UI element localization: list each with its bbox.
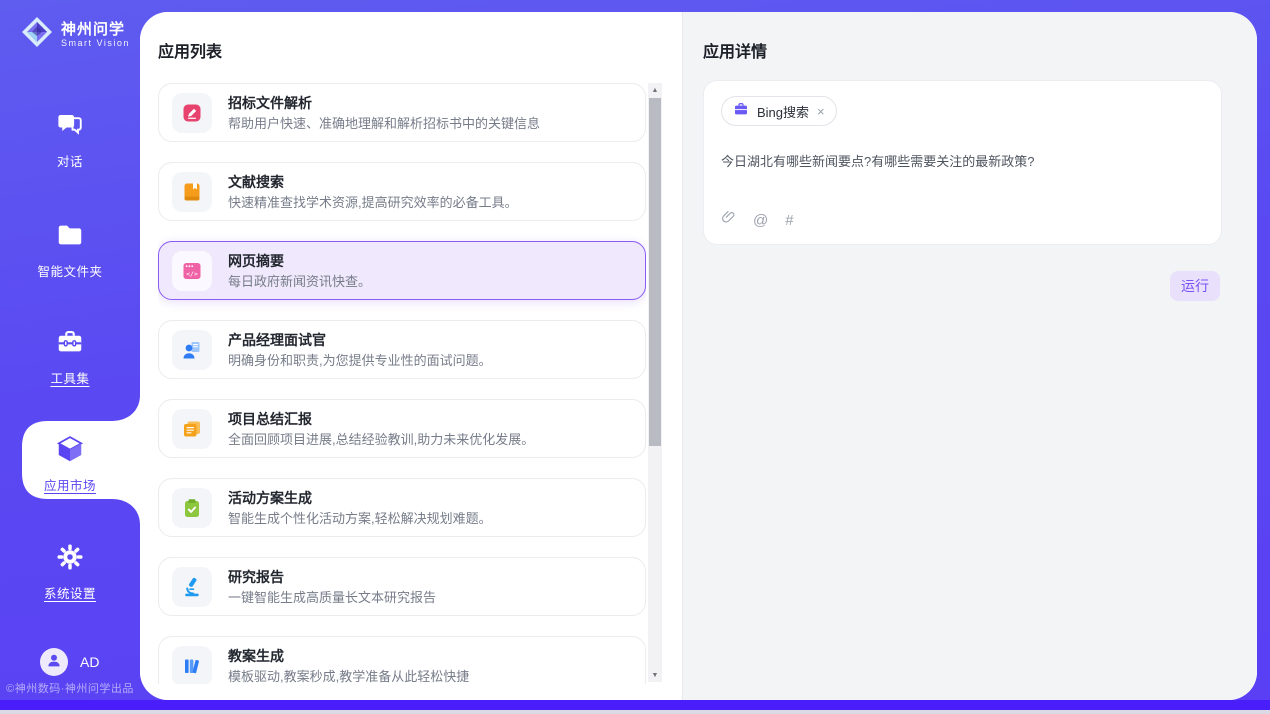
- prompt-card: Bing搜索 × 今日湖北有哪些新闻要点?有哪些需要关注的最新政策? @ #: [703, 80, 1222, 245]
- sidebar-item-label: 工具集: [0, 368, 140, 387]
- sidebar: 神州问学 Smart Vision 对话 智能文件夹: [0, 0, 140, 700]
- app-card-description: 一键智能生成高质量长文本研究报告: [228, 590, 436, 605]
- app-detail-title: 应用详情: [703, 38, 767, 62]
- bottom-edge-strip: [0, 710, 1270, 714]
- book-icon: [172, 172, 212, 212]
- diamond-gem-icon: [20, 15, 54, 54]
- microscope-icon: [172, 567, 212, 607]
- app-card-name: 产品经理面试官: [228, 332, 492, 349]
- app-card-project-summary[interactable]: 项目总结汇报 全面回顾项目进展,总结经验教训,助力未来优化发展。: [158, 399, 646, 458]
- bottom-accent-bar: [0, 700, 1270, 710]
- paperclip-icon[interactable]: [721, 209, 736, 231]
- app-card-description: 全面回顾项目进展,总结经验教训,助力未来优化发展。: [228, 432, 534, 447]
- sidebar-item-app-market[interactable]: 应用市场: [0, 434, 140, 494]
- sidebar-item-label: 智能文件夹: [0, 261, 140, 280]
- toolbox-icon: [55, 327, 85, 357]
- webpage-code-icon: </>: [172, 251, 212, 291]
- app-card-lesson-plan[interactable]: 教案生成 模板驱动,教案秒成,教学准备从此轻松快捷: [158, 636, 646, 684]
- main-content: 应用列表 招标文件解析 帮助用户快速、准确地理解和解析招标书中的关键信息: [140, 12, 1257, 700]
- tool-tag-label: Bing搜索: [757, 102, 809, 121]
- user-initials: AD: [80, 654, 99, 670]
- app-card-description: 模板驱动,教案秒成,教学准备从此轻松快捷: [228, 669, 469, 684]
- app-window: 神州问学 Smart Vision 对话 智能文件夹: [0, 0, 1270, 714]
- app-list-panel: 应用列表 招标文件解析 帮助用户快速、准确地理解和解析招标书中的关键信息: [140, 12, 683, 700]
- composer-toolbar: @ #: [721, 209, 794, 231]
- app-card-name: 招标文件解析: [228, 95, 540, 112]
- sidebar-item-label: 对话: [0, 151, 140, 170]
- prompt-input[interactable]: 今日湖北有哪些新闻要点?有哪些需要关注的最新政策?: [721, 153, 1204, 171]
- brand-name: 神州问学: [61, 21, 130, 38]
- hash-icon[interactable]: #: [785, 212, 793, 229]
- app-list: 招标文件解析 帮助用户快速、准确地理解和解析招标书中的关键信息 文献搜索: [158, 83, 646, 684]
- copyright-text: ©神州数码·神州问学出品: [0, 680, 140, 696]
- avatar: [40, 648, 68, 676]
- tool-tag-bing-search[interactable]: Bing搜索 ×: [721, 96, 837, 126]
- books-icon: [172, 646, 212, 685]
- sidebar-item-label: 系统设置: [0, 583, 140, 602]
- sidebar-item-label: 应用市场: [0, 475, 140, 494]
- gear-icon: [55, 542, 85, 572]
- sidebar-item-settings[interactable]: 系统设置: [0, 542, 140, 602]
- sidebar-item-toolset[interactable]: 工具集: [0, 327, 140, 387]
- scrollbar-up-icon[interactable]: ▲: [648, 83, 662, 97]
- person-icon: [45, 651, 63, 674]
- app-card-name: 研究报告: [228, 569, 436, 586]
- app-card-webpage-summary[interactable]: </> 网页摘要 每日政府新闻资讯快查。: [158, 241, 646, 300]
- app-card-description: 快速精准查找学术资源,提高研究效率的必备工具。: [228, 195, 518, 210]
- app-list-title: 应用列表: [158, 38, 222, 62]
- sticky-notes-icon: [172, 409, 212, 449]
- app-card-name: 活动方案生成: [228, 490, 492, 507]
- app-card-description: 明确身份和职责,为您提供专业性的面试问题。: [228, 353, 492, 368]
- sidebar-item-smart-folder[interactable]: 智能文件夹: [0, 220, 140, 280]
- clipboard-check-icon: [172, 488, 212, 528]
- app-card-name: 项目总结汇报: [228, 411, 534, 428]
- app-card-research-report[interactable]: 研究报告 一键智能生成高质量长文本研究报告: [158, 557, 646, 616]
- app-card-name: 文献搜索: [228, 174, 518, 191]
- app-card-name: 教案生成: [228, 648, 469, 665]
- brand-logo: 神州问学 Smart Vision: [20, 15, 130, 54]
- close-icon[interactable]: ×: [817, 105, 825, 118]
- app-card-description: 帮助用户快速、准确地理解和解析招标书中的关键信息: [228, 116, 540, 131]
- app-detail-panel: 应用详情 Bing搜索 × 今日湖北有哪些新闻要点?有哪些需要关注的最新政策?: [683, 12, 1257, 700]
- folder-icon: [55, 220, 85, 250]
- scrollbar-down-icon[interactable]: ▼: [648, 668, 662, 682]
- run-button[interactable]: 运行: [1170, 271, 1220, 301]
- scrollbar-thumb[interactable]: [649, 98, 661, 446]
- interviewer-icon: [172, 330, 212, 370]
- briefcase-icon: [733, 101, 749, 122]
- app-card-description: 智能生成个性化活动方案,轻松解决规划难题。: [228, 511, 492, 526]
- app-card-literature-search[interactable]: 文献搜索 快速精准查找学术资源,提高研究效率的必备工具。: [158, 162, 646, 221]
- app-card-bid-document-parse[interactable]: 招标文件解析 帮助用户快速、准确地理解和解析招标书中的关键信息: [158, 83, 646, 142]
- sidebar-item-chat[interactable]: 对话: [0, 110, 140, 170]
- brand-subtitle: Smart Vision: [61, 38, 130, 48]
- document-edit-icon: [172, 93, 212, 133]
- app-card-name: 网页摘要: [228, 253, 371, 270]
- cube-icon: [55, 434, 85, 464]
- svg-text:</>: </>: [186, 270, 198, 278]
- app-card-description: 每日政府新闻资讯快查。: [228, 274, 371, 289]
- mention-icon[interactable]: @: [753, 212, 768, 229]
- scrollbar-track[interactable]: ▲ ▼: [648, 83, 662, 682]
- app-card-pm-interviewer[interactable]: 产品经理面试官 明确身份和职责,为您提供专业性的面试问题。: [158, 320, 646, 379]
- user-account[interactable]: AD: [40, 648, 99, 676]
- chat-icon: [55, 110, 85, 140]
- app-card-event-plan[interactable]: 活动方案生成 智能生成个性化活动方案,轻松解决规划难题。: [158, 478, 646, 537]
